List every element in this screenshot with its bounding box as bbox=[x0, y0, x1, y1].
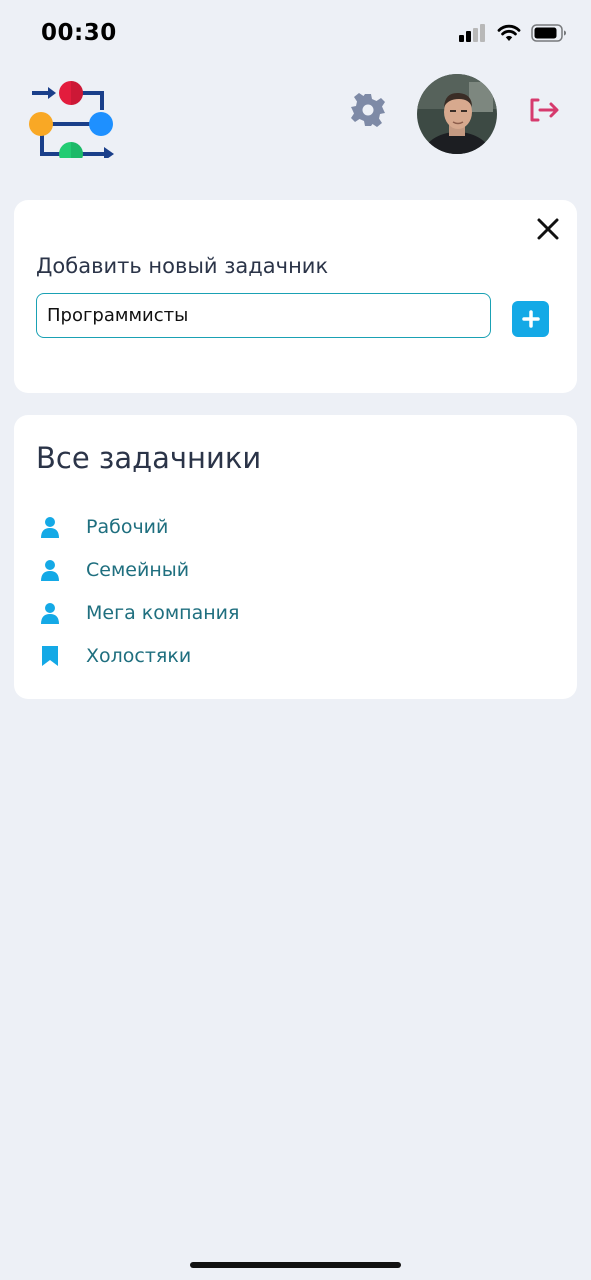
close-button[interactable] bbox=[535, 216, 561, 242]
status-time: 00:30 bbox=[41, 20, 117, 46]
logout-button[interactable] bbox=[526, 92, 562, 128]
app-logo[interactable] bbox=[26, 70, 118, 158]
taskbook-item-label: Мега компания bbox=[86, 601, 240, 624]
plus-icon bbox=[521, 310, 540, 328]
bookmark-icon bbox=[36, 643, 64, 669]
avatar-image bbox=[417, 74, 497, 154]
taskbook-item[interactable]: Семейный bbox=[36, 548, 239, 591]
add-taskbook-button[interactable] bbox=[512, 301, 549, 337]
person-icon bbox=[36, 557, 64, 583]
taskbook-item[interactable]: Мега компания bbox=[36, 591, 239, 634]
add-taskbook-title: Добавить новый задачник bbox=[36, 254, 329, 278]
user-avatar[interactable] bbox=[417, 74, 497, 154]
home-indicator[interactable] bbox=[190, 1262, 401, 1268]
taskbook-item-label: Рабочий bbox=[86, 515, 169, 538]
cellular-signal-icon bbox=[459, 24, 485, 42]
taskbooks-list: Рабочий Семейный Мега компания Холостяки bbox=[36, 505, 239, 677]
person-icon bbox=[36, 514, 64, 540]
person-icon bbox=[36, 600, 64, 626]
settings-button[interactable] bbox=[348, 90, 388, 130]
add-taskbook-panel: Добавить новый задачник bbox=[14, 200, 577, 393]
taskbook-name-input[interactable] bbox=[36, 293, 491, 338]
logout-icon bbox=[530, 98, 559, 122]
taskbooks-list-title: Все задачники bbox=[36, 441, 262, 475]
taskbook-item[interactable]: Холостяки bbox=[36, 634, 239, 677]
gear-icon bbox=[351, 93, 385, 127]
status-icons bbox=[459, 24, 567, 42]
taskbooks-list-panel: Все задачники Рабочий Семейный Мега комп… bbox=[14, 415, 577, 699]
taskbook-item[interactable]: Рабочий bbox=[36, 505, 239, 548]
taskbook-item-label: Холостяки bbox=[86, 644, 192, 667]
battery-icon bbox=[531, 24, 566, 42]
close-icon bbox=[537, 218, 559, 240]
app-header bbox=[0, 60, 591, 170]
taskbook-item-label: Семейный bbox=[86, 558, 190, 581]
wifi-icon bbox=[497, 24, 521, 41]
